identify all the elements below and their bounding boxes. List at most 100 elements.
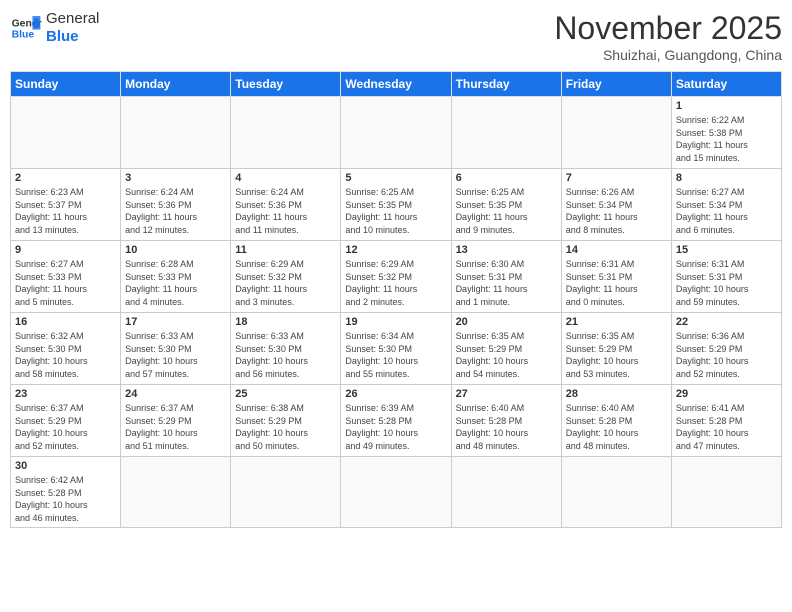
day-number: 2 xyxy=(15,172,116,184)
calendar-cell: 19 Sunrise: 6:34 AMSunset: 5:30 PMDayligh… xyxy=(341,313,451,385)
col-monday: Monday xyxy=(121,72,231,97)
calendar-cell xyxy=(231,457,341,528)
calendar-cell: 12Sunrise: 6:29 AMSunset: 5:32 PMDayligh… xyxy=(341,241,451,313)
month-title: November 2025 xyxy=(554,10,782,47)
calendar-cell: 22 Sunrise: 6:36 AMSunset: 5:29 PMDayligh… xyxy=(671,313,781,385)
location: Shuizhai, Guangdong, China xyxy=(554,47,782,63)
calendar-cell: 23 Sunrise: 6:37 AMSunset: 5:29 PMDayligh… xyxy=(11,385,121,457)
col-thursday: Thursday xyxy=(451,72,561,97)
day-info: Sunrise: 6:27 AMSunset: 5:34 PMDaylight:… xyxy=(676,186,777,236)
day-number: 17 xyxy=(125,316,226,328)
logo-general: General xyxy=(46,10,99,28)
day-info: Sunrise: 6:24 AMSunset: 5:36 PMDaylight:… xyxy=(235,186,336,236)
calendar-cell: 1Sunrise: 6:22 AMSunset: 5:38 PMDaylight… xyxy=(671,97,781,169)
day-number: 3 xyxy=(125,172,226,184)
day-info: Sunrise: 6:40 AMSunset: 5:28 PMDaylight:… xyxy=(456,402,557,452)
day-info: Sunrise: 6:22 AMSunset: 5:38 PMDaylight:… xyxy=(676,114,777,164)
logo: General Blue General Blue xyxy=(10,10,99,46)
calendar-header-row: Sunday Monday Tuesday Wednesday Thursday… xyxy=(11,72,782,97)
day-number: 27 xyxy=(456,388,557,400)
calendar-week-row: 2Sunrise: 6:23 AMSunset: 5:37 PMDaylight… xyxy=(11,169,782,241)
calendar-cell: 16 Sunrise: 6:32 AMSunset: 5:30 PMDayligh… xyxy=(11,313,121,385)
day-info: Sunrise: 6:37 AMSunset: 5:29 PMDaylight:… xyxy=(125,402,226,452)
day-number: 11 xyxy=(235,244,336,256)
calendar-cell: 27 Sunrise: 6:40 AMSunset: 5:28 PMDayligh… xyxy=(451,385,561,457)
calendar-cell xyxy=(11,97,121,169)
calendar-cell: 3Sunrise: 6:24 AMSunset: 5:36 PMDaylight… xyxy=(121,169,231,241)
day-number: 24 xyxy=(125,388,226,400)
calendar-week-row: 23 Sunrise: 6:37 AMSunset: 5:29 PMDayligh… xyxy=(11,385,782,457)
day-info: Sunrise: 6:37 AMSunset: 5:29 PMDaylight:… xyxy=(15,402,116,452)
day-info: Sunrise: 6:39 AMSunset: 5:28 PMDaylight:… xyxy=(345,402,446,452)
day-number: 5 xyxy=(345,172,446,184)
svg-text:Blue: Blue xyxy=(12,30,35,41)
day-number: 16 xyxy=(15,316,116,328)
day-number: 22 xyxy=(676,316,777,328)
calendar-cell xyxy=(341,97,451,169)
calendar-cell xyxy=(671,457,781,528)
day-number: 7 xyxy=(566,172,667,184)
day-number: 26 xyxy=(345,388,446,400)
day-number: 14 xyxy=(566,244,667,256)
day-number: 8 xyxy=(676,172,777,184)
calendar-cell xyxy=(121,97,231,169)
logo-icon: General Blue xyxy=(10,12,42,44)
col-sunday: Sunday xyxy=(11,72,121,97)
calendar-week-row: 16 Sunrise: 6:32 AMSunset: 5:30 PMDayligh… xyxy=(11,313,782,385)
calendar-week-row: 30Sunrise: 6:42 AMSunset: 5:28 PMDayligh… xyxy=(11,457,782,528)
day-number: 23 xyxy=(15,388,116,400)
day-number: 13 xyxy=(456,244,557,256)
calendar-cell: 10Sunrise: 6:28 AMSunset: 5:33 PMDayligh… xyxy=(121,241,231,313)
calendar-cell: 11Sunrise: 6:29 AMSunset: 5:32 PMDayligh… xyxy=(231,241,341,313)
calendar-cell: 9Sunrise: 6:27 AMSunset: 5:33 PMDaylight… xyxy=(11,241,121,313)
calendar-cell: 14 Sunrise: 6:31 AMSunset: 5:31 PMDayligh… xyxy=(561,241,671,313)
day-info: Sunrise: 6:31 AMSunset: 5:31 PMDaylight:… xyxy=(676,258,777,308)
calendar-cell: 17Sunrise: 6:33 AMSunset: 5:30 PMDayligh… xyxy=(121,313,231,385)
calendar-cell xyxy=(231,97,341,169)
day-info: Sunrise: 6:35 AMSunset: 5:29 PMDaylight:… xyxy=(456,330,557,380)
calendar-cell: 18Sunrise: 6:33 AMSunset: 5:30 PMDayligh… xyxy=(231,313,341,385)
day-number: 9 xyxy=(15,244,116,256)
col-wednesday: Wednesday xyxy=(341,72,451,97)
calendar-cell: 13 Sunrise: 6:30 AMSunset: 5:31 PMDayligh… xyxy=(451,241,561,313)
day-number: 25 xyxy=(235,388,336,400)
day-info: Sunrise: 6:31 AMSunset: 5:31 PMDaylight:… xyxy=(566,258,667,308)
day-number: 29 xyxy=(676,388,777,400)
logo-blue: Blue xyxy=(46,28,99,46)
col-tuesday: Tuesday xyxy=(231,72,341,97)
day-info: Sunrise: 6:30 AMSunset: 5:31 PMDaylight:… xyxy=(456,258,557,308)
day-info: Sunrise: 6:25 AMSunset: 5:35 PMDaylight:… xyxy=(456,186,557,236)
calendar-cell: 24 Sunrise: 6:37 AMSunset: 5:29 PMDayligh… xyxy=(121,385,231,457)
day-number: 4 xyxy=(235,172,336,184)
calendar-week-row: 1Sunrise: 6:22 AMSunset: 5:38 PMDaylight… xyxy=(11,97,782,169)
header: General Blue General Blue November 2025 … xyxy=(10,10,782,63)
day-number: 6 xyxy=(456,172,557,184)
page: General Blue General Blue November 2025 … xyxy=(0,0,792,612)
calendar-cell: 15Sunrise: 6:31 AMSunset: 5:31 PMDayligh… xyxy=(671,241,781,313)
calendar-cell xyxy=(451,457,561,528)
day-info: Sunrise: 6:41 AMSunset: 5:28 PMDaylight:… xyxy=(676,402,777,452)
calendar-cell xyxy=(341,457,451,528)
calendar: Sunday Monday Tuesday Wednesday Thursday… xyxy=(10,71,782,528)
day-number: 19 xyxy=(345,316,446,328)
calendar-cell: 25 Sunrise: 6:38 AMSunset: 5:29 PMDayligh… xyxy=(231,385,341,457)
day-number: 28 xyxy=(566,388,667,400)
title-block: November 2025 Shuizhai, Guangdong, China xyxy=(554,10,782,63)
day-info: Sunrise: 6:28 AMSunset: 5:33 PMDaylight:… xyxy=(125,258,226,308)
day-number: 21 xyxy=(566,316,667,328)
calendar-cell: 4 Sunrise: 6:24 AMSunset: 5:36 PMDaylight… xyxy=(231,169,341,241)
calendar-cell: 26 Sunrise: 6:39 AMSunset: 5:28 PMDayligh… xyxy=(341,385,451,457)
day-info: Sunrise: 6:36 AMSunset: 5:29 PMDaylight:… xyxy=(676,330,777,380)
calendar-cell: 7Sunrise: 6:26 AMSunset: 5:34 PMDaylight… xyxy=(561,169,671,241)
calendar-cell: 29 Sunrise: 6:41 AMSunset: 5:28 PMDayligh… xyxy=(671,385,781,457)
col-friday: Friday xyxy=(561,72,671,97)
calendar-cell xyxy=(561,97,671,169)
calendar-cell: 28Sunrise: 6:40 AMSunset: 5:28 PMDayligh… xyxy=(561,385,671,457)
day-info: Sunrise: 6:34 AMSunset: 5:30 PMDaylight:… xyxy=(345,330,446,380)
calendar-cell xyxy=(561,457,671,528)
day-info: Sunrise: 6:38 AMSunset: 5:29 PMDaylight:… xyxy=(235,402,336,452)
day-info: Sunrise: 6:32 AMSunset: 5:30 PMDaylight:… xyxy=(15,330,116,380)
col-saturday: Saturday xyxy=(671,72,781,97)
calendar-cell: 5Sunrise: 6:25 AMSunset: 5:35 PMDaylight… xyxy=(341,169,451,241)
calendar-cell xyxy=(451,97,561,169)
